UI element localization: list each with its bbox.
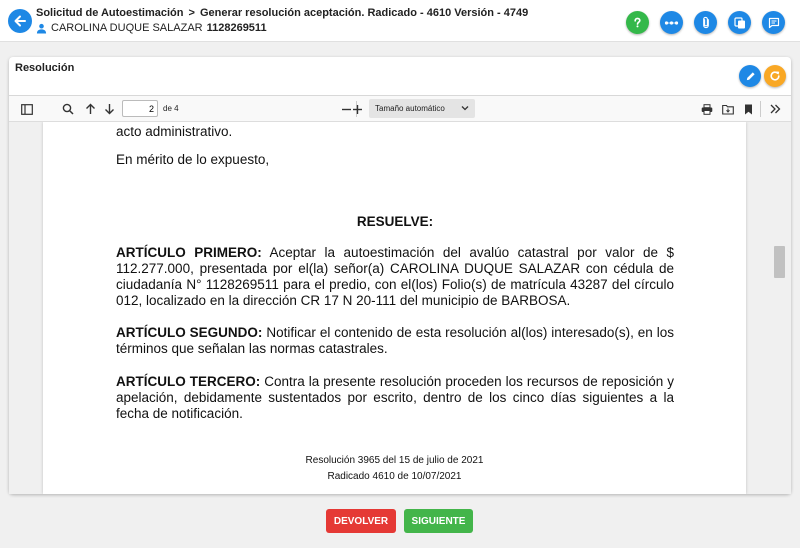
next-button[interactable]: SIGUIENTE bbox=[404, 509, 473, 533]
return-button[interactable]: DEVOLVER bbox=[326, 509, 396, 533]
pencil-icon bbox=[746, 71, 755, 80]
folder-icon bbox=[722, 104, 734, 115]
resuelve-heading: RESUELVE: bbox=[356, 214, 434, 229]
attachment-button[interactable] bbox=[694, 11, 717, 34]
plus-icon bbox=[352, 104, 362, 114]
user-icon bbox=[36, 23, 47, 34]
copy-icon bbox=[733, 16, 745, 28]
more-icon bbox=[664, 20, 679, 25]
arrow-left-icon bbox=[14, 15, 26, 27]
article-second: ARTÍCULO SEGUNDO: Notificar el contenido… bbox=[116, 325, 674, 357]
print-icon bbox=[701, 103, 713, 115]
article-third: ARTÍCULO TERCERO: Contra la presente res… bbox=[116, 374, 674, 422]
breadcrumb-item-current: Generar resolución aceptación. Radicado … bbox=[199, 7, 529, 19]
page-footer-resolution: Resolución 3965 del 15 de julio de 2021 bbox=[305, 455, 484, 466]
open-file-button[interactable] bbox=[719, 100, 737, 118]
breadcrumb: Solicitud de Autoestimación > Generar reso… bbox=[36, 7, 528, 19]
article-heading: ARTÍCULO SEGUNDO: bbox=[116, 325, 263, 340]
zoom-in-button[interactable] bbox=[348, 100, 366, 118]
bookmark-button[interactable] bbox=[739, 100, 757, 118]
search-icon bbox=[62, 103, 74, 115]
user-info: CAROLINA DUQUE SALAZAR 1128269511 bbox=[36, 22, 267, 34]
arrow-down-icon bbox=[104, 104, 114, 115]
paragraph: acto administrativo. bbox=[116, 124, 233, 139]
help-icon bbox=[634, 17, 641, 28]
sidebar-toggle-button[interactable] bbox=[18, 100, 36, 118]
scrollbar-thumb[interactable] bbox=[774, 246, 785, 278]
page-footer-radicado: Radicado 4610 de 10/07/2021 bbox=[327, 471, 462, 482]
notes-button[interactable] bbox=[762, 11, 785, 34]
previous-page-button[interactable] bbox=[81, 100, 99, 118]
arrow-up-icon bbox=[85, 103, 95, 114]
pdf-viewer: de 4 Tamaño automático bbox=[9, 95, 791, 494]
breadcrumb-item[interactable]: Solicitud de Autoestimación bbox=[36, 7, 184, 19]
page-header: Solicitud de Autoestimación > Generar reso… bbox=[0, 0, 800, 42]
copy-button[interactable] bbox=[728, 11, 751, 34]
help-button[interactable] bbox=[626, 11, 649, 34]
notes-icon bbox=[768, 17, 779, 28]
header-actions bbox=[626, 11, 785, 34]
article-heading: ARTÍCULO TERCERO: bbox=[116, 374, 261, 389]
more-button[interactable] bbox=[660, 11, 683, 34]
user-id: 1128269511 bbox=[206, 22, 267, 34]
page-count-label: de 4 bbox=[163, 104, 179, 113]
refresh-icon bbox=[770, 71, 780, 81]
card-title: Resolución bbox=[15, 62, 75, 74]
attachment-icon bbox=[702, 16, 709, 29]
bookmark-icon bbox=[744, 104, 752, 114]
tools-button[interactable] bbox=[766, 100, 784, 118]
double-chevron-right-icon bbox=[770, 104, 780, 114]
next-page-button[interactable] bbox=[100, 100, 118, 118]
print-button[interactable] bbox=[698, 100, 716, 118]
sidebar-icon bbox=[21, 103, 33, 115]
back-button[interactable] bbox=[8, 9, 32, 33]
chevron-down-icon bbox=[461, 106, 469, 111]
toolbar-divider bbox=[760, 101, 761, 117]
document-scrollbar[interactable] bbox=[771, 122, 790, 494]
edit-button[interactable] bbox=[739, 65, 761, 87]
article-first: ARTÍCULO PRIMERO: Aceptar la autoestimac… bbox=[116, 245, 674, 309]
resolution-card: Resolución de 4 bbox=[9, 57, 791, 494]
pdf-toolbar: de 4 Tamaño automático bbox=[9, 96, 791, 122]
zoom-select-value: Tamaño automático bbox=[375, 104, 445, 113]
document-area: acto administrativo. En mérito de lo exp… bbox=[9, 122, 771, 494]
zoom-select[interactable]: Tamaño automático bbox=[369, 99, 475, 118]
page-number-input[interactable] bbox=[122, 100, 158, 117]
document-page: acto administrativo. En mérito de lo exp… bbox=[43, 122, 746, 494]
breadcrumb-separator: > bbox=[188, 7, 195, 19]
refresh-button[interactable] bbox=[764, 65, 786, 87]
paragraph: En mérito de lo expuesto, bbox=[116, 152, 270, 167]
find-button[interactable] bbox=[59, 100, 77, 118]
user-name: CAROLINA DUQUE SALAZAR bbox=[51, 22, 203, 34]
article-heading: ARTÍCULO PRIMERO: bbox=[116, 245, 262, 260]
